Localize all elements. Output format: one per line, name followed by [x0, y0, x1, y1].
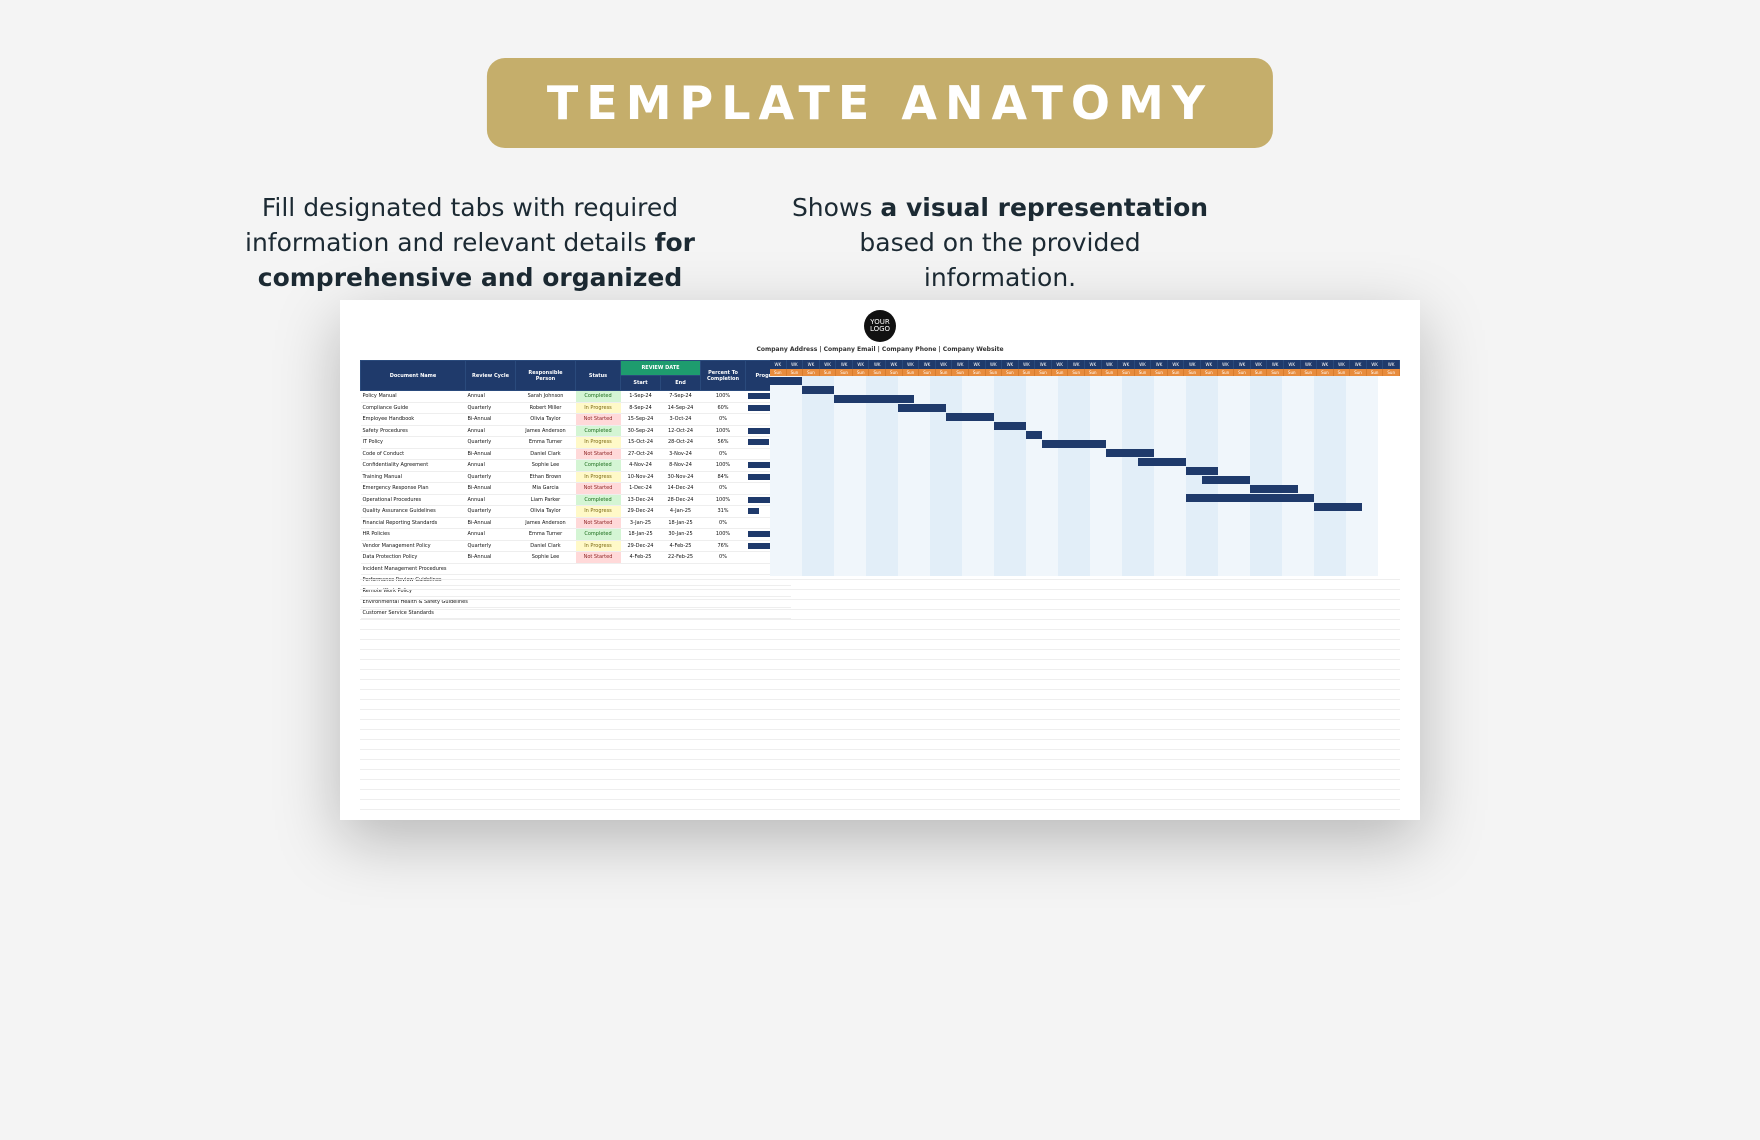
- empty-rows: [360, 570, 1400, 810]
- table-row: Employee HandbookBi-AnnualOlivia TaylorN…: [361, 414, 791, 426]
- table-row: IT PolicyQuarterlyEmma TurnerIn Progress…: [361, 437, 791, 449]
- gantt-bar: [1042, 440, 1106, 448]
- gantt-bar: [1314, 503, 1362, 511]
- table-row: Operational ProceduresAnnualLiam ParkerC…: [361, 494, 791, 506]
- table-row: Emergency Response PlanBi-AnnualMia Garc…: [361, 483, 791, 495]
- th-end: End: [661, 376, 701, 391]
- table-row: Data Protection PolicyBi-AnnualSophie Le…: [361, 552, 791, 564]
- th-cycle: Review Cycle: [466, 361, 516, 391]
- table-row: Financial Reporting StandardsBi-AnnualJa…: [361, 517, 791, 529]
- table-row: Policy ManualAnnualSarah JohnsonComplete…: [361, 391, 791, 403]
- gantt-bar: [802, 386, 834, 394]
- table-row: Compliance GuideQuarterlyRobert MillerIn…: [361, 402, 791, 414]
- table-row: HR PoliciesAnnualEmma TurnerCompleted18-…: [361, 529, 791, 541]
- gantt-bar: [1138, 458, 1186, 466]
- th-pct: Percent To Completion: [701, 361, 746, 391]
- table-row: Quality Assurance GuidelinesQuarterlyOli…: [361, 506, 791, 518]
- gantt-bar: [834, 395, 914, 403]
- gantt-bar: [1106, 449, 1154, 457]
- gantt-bar: [1186, 467, 1218, 475]
- th-review: REVIEW DATE: [621, 361, 701, 376]
- caption-right: Shows a visual representation based on t…: [770, 190, 1230, 295]
- table-row: Safety ProceduresAnnualJames AndersonCom…: [361, 425, 791, 437]
- th-status: Status: [576, 361, 621, 391]
- gantt-bar: [1026, 431, 1042, 439]
- gantt-bar: [898, 404, 946, 412]
- th-person: Responsible Person: [516, 361, 576, 391]
- gantt-bar: [994, 422, 1026, 430]
- gantt-bar: [1250, 485, 1298, 493]
- table-row: Vendor Management PolicyQuarterlyDaniel …: [361, 540, 791, 552]
- spreadsheet-preview: YOUR LOGO Company Address | Company Emai…: [340, 300, 1420, 820]
- gantt-bar: [1202, 476, 1250, 484]
- th-start: Start: [621, 376, 661, 391]
- logo-placeholder: YOUR LOGO: [864, 310, 896, 342]
- table-row: Training ManualQuarterlyEthan BrownIn Pr…: [361, 471, 791, 483]
- th-document: Document Name: [361, 361, 466, 391]
- page-title: TEMPLATE ANATOMY: [487, 58, 1273, 148]
- gantt-bar: [770, 377, 802, 385]
- table-row: Code of ConductBi-AnnualDaniel ClarkNot …: [361, 448, 791, 460]
- table-row: Confidentiality AgreementAnnualSophie Le…: [361, 460, 791, 472]
- gantt-bar: [946, 413, 994, 421]
- gantt-bar: [1186, 494, 1314, 502]
- company-info: Company Address | Company Email | Compan…: [756, 346, 1003, 353]
